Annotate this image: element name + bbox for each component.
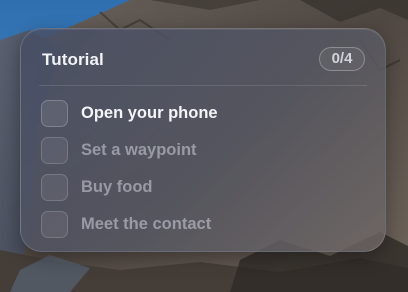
task-checkbox-meet-contact[interactable] [41, 211, 68, 238]
task-label-meet-contact: Meet the contact [81, 215, 212, 233]
task-checkbox-set-waypoint[interactable] [41, 137, 68, 164]
task-list: Open your phone Set a waypoint Buy food … [41, 99, 361, 247]
task-label-buy-food: Buy food [81, 178, 153, 196]
task-item-set-waypoint[interactable]: Set a waypoint [41, 136, 361, 173]
task-label-open-phone: Open your phone [81, 104, 218, 122]
progress-counter-badge: 0/4 [319, 47, 365, 71]
task-item-open-phone[interactable]: Open your phone [41, 99, 361, 136]
tutorial-panel: Tutorial 0/4 Open your phone Set a waypo… [20, 28, 386, 252]
tutorial-title: Tutorial [42, 50, 104, 69]
task-item-meet-contact[interactable]: Meet the contact [41, 210, 361, 247]
task-item-buy-food[interactable]: Buy food [41, 173, 361, 210]
header-divider [39, 85, 367, 86]
task-checkbox-open-phone[interactable] [41, 100, 68, 127]
task-label-set-waypoint: Set a waypoint [81, 141, 197, 159]
tutorial-header: Tutorial 0/4 [21, 29, 385, 89]
task-checkbox-buy-food[interactable] [41, 174, 68, 201]
